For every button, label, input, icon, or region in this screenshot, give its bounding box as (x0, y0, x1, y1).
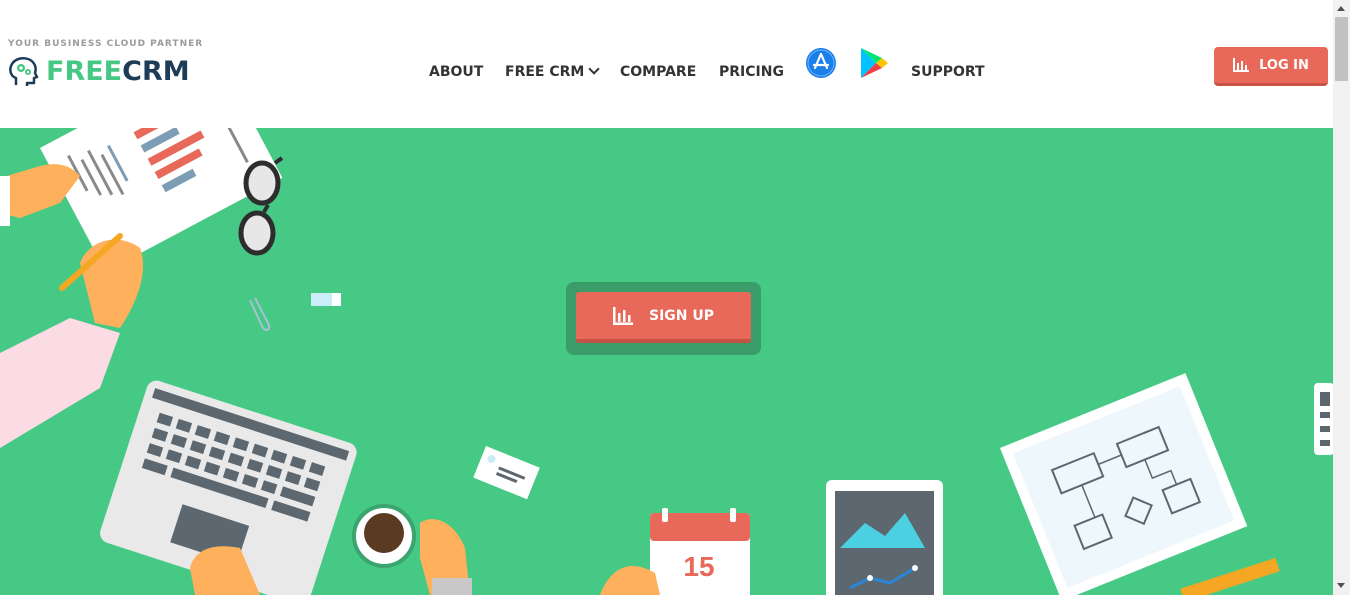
brain-gear-icon (9, 56, 39, 86)
glasses (238, 156, 284, 256)
nav-free-crm-label: FREE CRM (505, 64, 585, 80)
scroll-up-arrow-icon[interactable] (1337, 6, 1345, 11)
nav-free-crm[interactable]: FREE CRM (505, 63, 601, 80)
bar-chart-icon (1233, 58, 1250, 72)
coffee-cup (352, 504, 416, 568)
blueprint (1000, 373, 1248, 595)
scroll-down-arrow-icon[interactable] (1337, 583, 1345, 588)
signup-container: SIGN UP (566, 282, 761, 355)
vertical-scrollbar[interactable] (1333, 0, 1350, 595)
nav-support[interactable]: SUPPORT (911, 64, 985, 80)
scroll-thumb[interactable] (1335, 17, 1348, 81)
desk-illustration: 15 (0, 128, 1333, 595)
login-label: LOG IN (1259, 57, 1309, 73)
logo-free: FREE (46, 56, 123, 87)
site-header: YOUR BUSINESS CLOUD PARTNER FREECRM ABOU… (0, 0, 1333, 128)
google-play-icon[interactable] (858, 46, 890, 80)
bar-chart-icon (612, 306, 633, 325)
signup-label: SIGN UP (648, 307, 714, 324)
logo[interactable]: FREECRM (6, 52, 190, 92)
chevron-down-icon (588, 63, 601, 75)
nav-compare[interactable]: COMPARE (620, 64, 696, 80)
login-button[interactable]: LOG IN (1214, 47, 1328, 86)
logo-crm: CRM (122, 56, 190, 87)
nav-about[interactable]: ABOUT (429, 64, 483, 80)
tagline: YOUR BUSINESS CLOUD PARTNER (8, 39, 204, 49)
tablet (826, 480, 943, 595)
hero-section: 15 SIGN UP (0, 128, 1333, 595)
calendar-day: 15 (683, 551, 714, 582)
signup-button[interactable]: SIGN UP (576, 292, 751, 343)
nav-pricing[interactable]: PRICING (719, 64, 784, 80)
calendar: 15 (650, 508, 750, 595)
app-store-icon[interactable] (805, 47, 837, 79)
